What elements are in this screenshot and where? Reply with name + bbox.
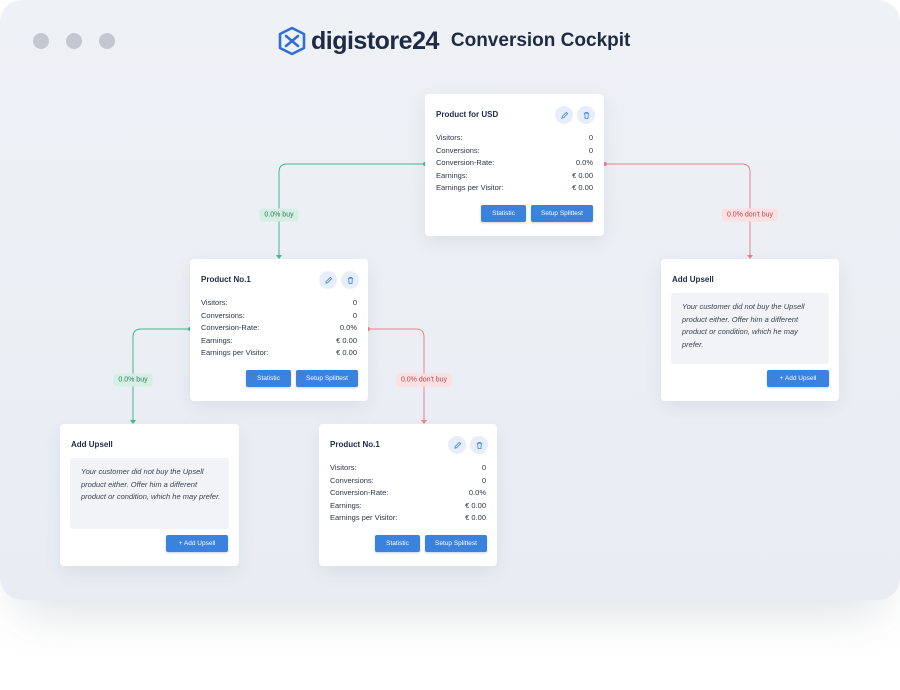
stat-conversions: Conversions: 0 bbox=[436, 145, 593, 155]
statistic-button[interactable]: Statistic bbox=[481, 205, 526, 222]
product-card-mid: Product No.1 Visitors: 0 Conversions: 0 Co… bbox=[190, 259, 368, 401]
edge-root-buy bbox=[278, 163, 425, 255]
pencil-icon bbox=[453, 441, 461, 449]
edge-label-dont-buy: 0.0% don't buy bbox=[395, 373, 453, 387]
stats-list: Visitors: 0 Conversions: 0 Conversion-Rate… bbox=[201, 297, 357, 360]
add-upsell-card: Add Upsell Your customer did not buy the… bbox=[661, 259, 839, 401]
app-window: digistore24 Conversion Cockpit 0.0% buy … bbox=[0, 0, 900, 600]
pencil-icon bbox=[324, 276, 332, 284]
trash-icon bbox=[347, 276, 353, 284]
delete-button[interactable] bbox=[577, 106, 595, 124]
add-upsell-card: Add Upsell Your customer did not buy the… bbox=[60, 424, 239, 566]
upsell-hint-box: Your customer did not buy the Upsell pro… bbox=[70, 458, 229, 529]
upsell-hint-text: Your customer did not buy the Upsell pro… bbox=[682, 302, 805, 349]
upsell-hint-box: Your customer did not buy the Upsell pro… bbox=[671, 293, 829, 364]
edge-label-buy: 0.0% buy bbox=[113, 373, 153, 387]
stat-conversion-rate: Conversion-Rate: 0.0% bbox=[436, 158, 593, 167]
trash-icon bbox=[583, 111, 589, 119]
statistic-button[interactable]: Statistic bbox=[375, 535, 420, 552]
add-upsell-button[interactable]: + Add Upsell bbox=[767, 370, 829, 387]
stat-earnings-per-visitor: Earnings per Visitor: € 0.00 bbox=[201, 348, 357, 357]
product-title: Product No.1 bbox=[330, 440, 380, 449]
upsell-title: Add Upsell bbox=[672, 275, 714, 284]
stat-visitors: Visitors: 0 bbox=[330, 463, 486, 472]
edit-button[interactable] bbox=[319, 271, 337, 289]
upsell-hint-text: Your customer did not buy the Upsell pro… bbox=[81, 467, 221, 501]
stat-conversion-rate: Conversion-Rate: 0.0% bbox=[330, 488, 486, 497]
stat-earnings: Earnings: € 0.00 bbox=[201, 335, 357, 345]
stat-conversions: Conversions: 0 bbox=[201, 310, 357, 320]
statistic-button[interactable]: Statistic bbox=[246, 370, 291, 387]
stat-earnings-per-visitor: Earnings per Visitor: € 0.00 bbox=[330, 513, 486, 522]
stats-list: Visitors: 0 Conversions: 0 Conversion-Rate… bbox=[436, 132, 593, 195]
setup-splittest-button[interactable]: Setup Splittest bbox=[296, 370, 358, 387]
trash-icon bbox=[476, 441, 482, 449]
setup-splittest-button[interactable]: Setup Splittest bbox=[425, 535, 487, 552]
setup-splittest-button[interactable]: Setup Splittest bbox=[531, 205, 593, 222]
delete-button[interactable] bbox=[341, 271, 359, 289]
stat-earnings-per-visitor: Earnings per Visitor: € 0.00 bbox=[436, 183, 593, 192]
stat-conversions: Conversions: 0 bbox=[330, 475, 486, 485]
product-title: Product No.1 bbox=[201, 275, 251, 284]
product-card-leaf: Product No.1 Visitors: 0 Conversions: 0 Co… bbox=[319, 424, 497, 566]
delete-button[interactable] bbox=[470, 436, 488, 454]
upsell-title: Add Upsell bbox=[71, 440, 113, 449]
add-upsell-button[interactable]: + Add Upsell bbox=[166, 535, 228, 552]
edge-label-dont-buy: 0.0% don't buy bbox=[721, 208, 779, 222]
stat-conversion-rate: Conversion-Rate: 0.0% bbox=[201, 323, 357, 332]
edge-label-buy: 0.0% buy bbox=[259, 208, 299, 222]
pencil-icon bbox=[560, 111, 568, 119]
stat-earnings: Earnings: € 0.00 bbox=[436, 170, 593, 180]
stat-visitors: Visitors: 0 bbox=[201, 298, 357, 307]
stat-visitors: Visitors: 0 bbox=[436, 133, 593, 142]
edit-button[interactable] bbox=[448, 436, 466, 454]
product-card-root: Product for USD Visitors: 0 Conversions: 0… bbox=[425, 94, 604, 236]
edit-button[interactable] bbox=[555, 106, 573, 124]
stat-earnings: Earnings: € 0.00 bbox=[330, 500, 486, 510]
product-title: Product for USD bbox=[436, 110, 499, 119]
stats-list: Visitors: 0 Conversions: 0 Conversion-Rate… bbox=[330, 462, 486, 525]
